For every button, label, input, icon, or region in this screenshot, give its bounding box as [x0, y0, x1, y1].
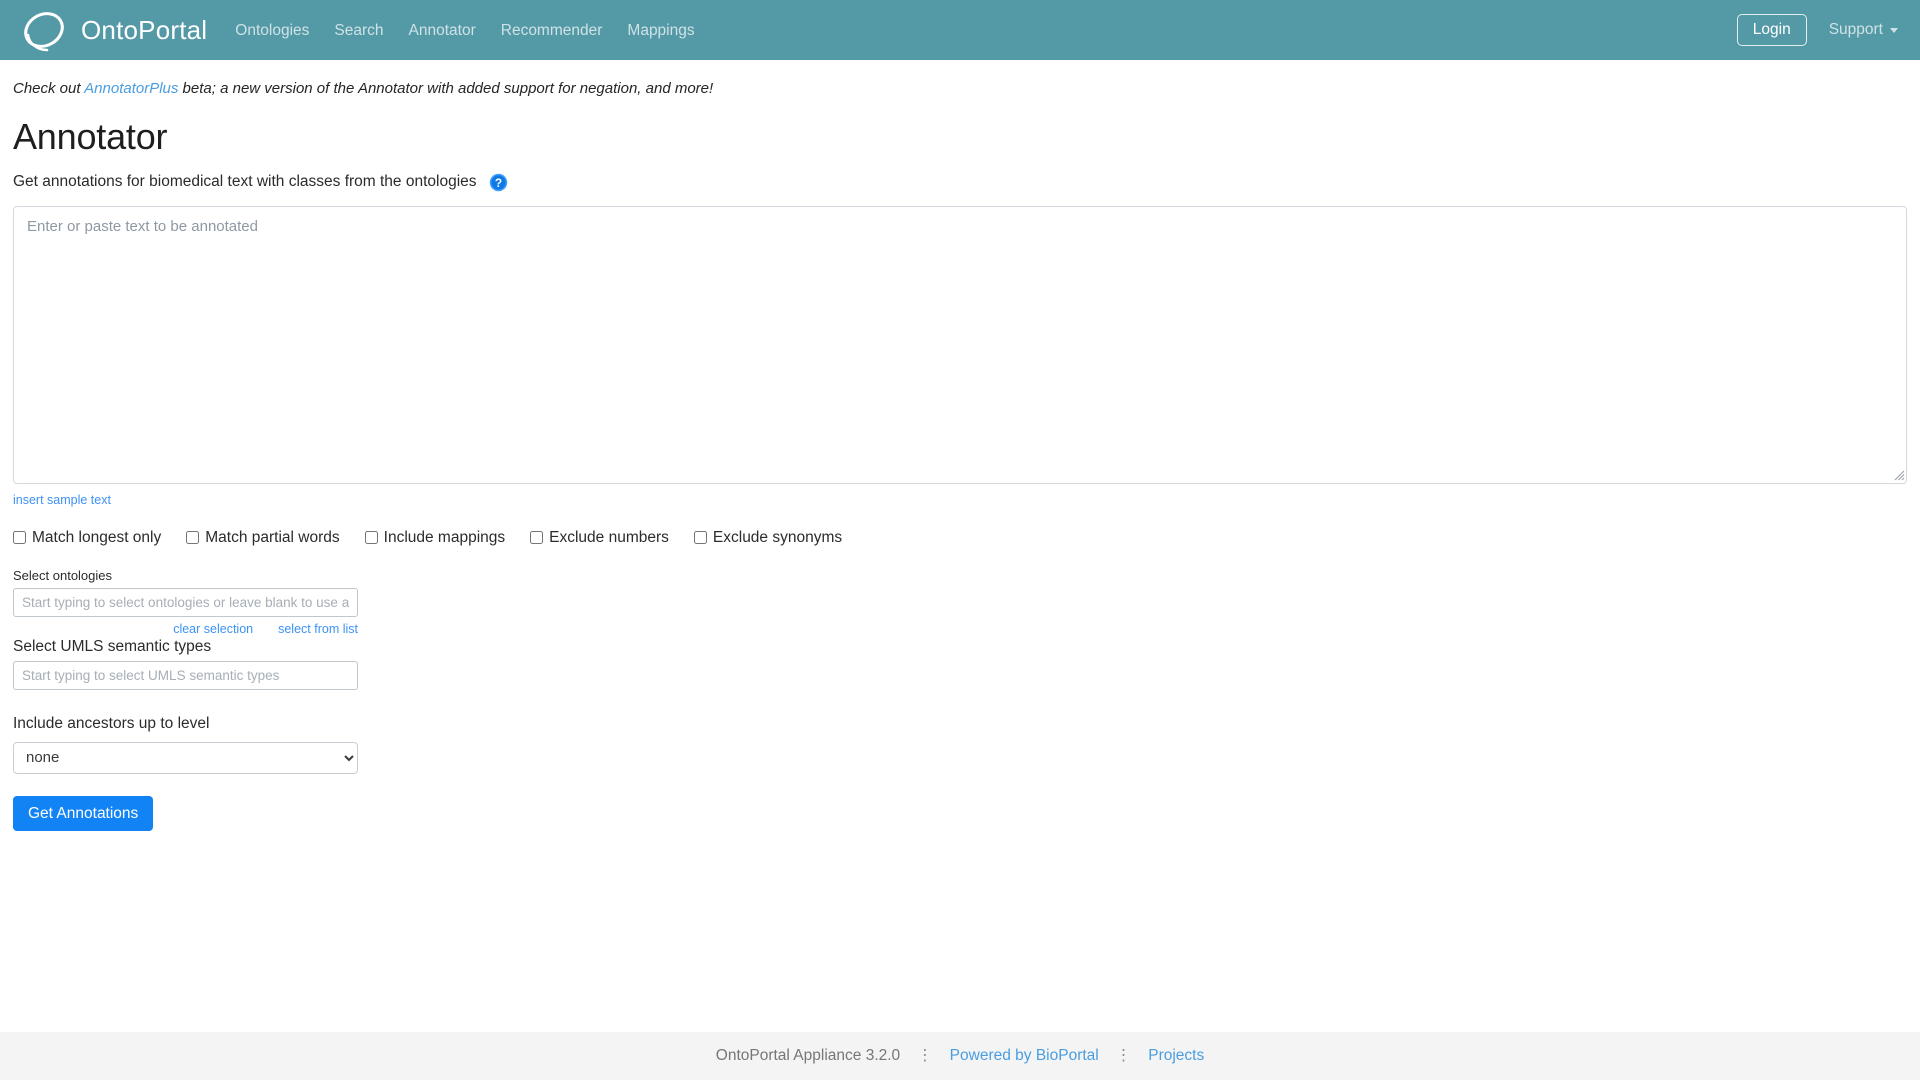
annotatorplus-notice: Check out AnnotatorPlus beta; a new vers…: [13, 60, 1920, 98]
nav-item-search[interactable]: Search: [334, 22, 383, 40]
top-navbar: OntoPortal Ontologies Search Annotator R…: [0, 0, 1920, 60]
include-mappings-label: Include mappings: [383, 528, 506, 546]
nav-item-mappings[interactable]: Mappings: [627, 22, 694, 40]
projects-link[interactable]: Projects: [1148, 1047, 1204, 1065]
include-mappings-checkbox[interactable]: [364, 531, 378, 545]
exclude-numbers-label: Exclude numbers: [549, 528, 669, 546]
annotation-options-row: Match longest only Match partial words I…: [13, 529, 1920, 547]
exclude-numbers-checkbox[interactable]: [530, 531, 544, 545]
match-longest-only-checkbox[interactable]: [13, 531, 26, 545]
annotatorplus-link[interactable]: AnnotatorPlus: [84, 80, 178, 97]
insert-sample-text-link[interactable]: insert sample text: [13, 493, 111, 507]
nav-item-ontologies[interactable]: Ontologies: [235, 22, 309, 40]
include-ancestors-label: Include ancestors up to level: [13, 714, 210, 732]
appliance-version: OntoPortal Appliance 3.2.0: [715, 1047, 901, 1064]
primary-nav: Ontologies Search Annotator Recommender …: [235, 22, 694, 40]
help-question-circle-icon[interactable]: ?: [489, 173, 508, 192]
include-ancestors-level-select[interactable]: none: [13, 741, 358, 774]
match-partial-words-checkbox[interactable]: [186, 531, 200, 545]
get-annotations-button[interactable]: Get Annotations: [13, 795, 154, 832]
annotation-textarea-wrapper: [13, 205, 1907, 484]
option-match-longest-only[interactable]: Match longest only: [13, 529, 161, 547]
footer-separator-icon: ⋮: [917, 1047, 933, 1065]
notice-text-after: beta; a new version of the Annotator wit…: [178, 80, 714, 97]
brand-home-link[interactable]: OntoPortal: [18, 7, 207, 53]
match-longest-only-label: Match longest only: [32, 528, 162, 546]
footer-separator-icon-2: ⋮: [1115, 1047, 1132, 1065]
ontoportal-ellipse-logo-icon: [18, 7, 70, 53]
login-button[interactable]: Login: [1736, 13, 1807, 47]
chevron-down-icon: [1890, 27, 1898, 33]
brand-name: OntoPortal: [81, 14, 208, 45]
support-label: Support: [1828, 21, 1883, 38]
powered-by-bioportal-link[interactable]: Powered by BioPortal: [950, 1047, 1099, 1065]
match-partial-words-label: Match partial words: [205, 528, 340, 546]
select-umls-semantic-types-label: Select UMLS semantic types: [13, 637, 212, 655]
select-ontologies-label: Select ontologies: [13, 567, 113, 583]
support-menu[interactable]: Support: [1829, 21, 1898, 39]
clear-selection-link[interactable]: clear selection: [173, 622, 253, 636]
exclude-synonyms-checkbox[interactable]: [693, 531, 707, 545]
page-subtitle-row: Get annotations for biomedical text with…: [13, 173, 1920, 192]
nav-item-recommender[interactable]: Recommender: [501, 22, 603, 40]
navbar-right-group: Login Support: [1736, 13, 1898, 47]
option-exclude-numbers[interactable]: Exclude numbers: [530, 529, 669, 547]
notice-text-before: Check out: [13, 80, 85, 97]
svg-text:?: ?: [494, 175, 501, 189]
page-title: Annotator: [13, 116, 168, 157]
select-ontologies-input[interactable]: [13, 587, 358, 617]
page-footer: OntoPortal Appliance 3.2.0 ⋮ Powered by …: [0, 1032, 1920, 1080]
option-match-partial-words[interactable]: Match partial words: [186, 528, 340, 547]
page-subtitle: Get annotations for biomedical text with…: [13, 173, 477, 191]
option-exclude-synonyms[interactable]: Exclude synonyms: [693, 528, 843, 547]
annotation-text-input[interactable]: [13, 205, 1907, 484]
ontology-selection-links: clear selection select from list: [13, 622, 358, 636]
exclude-synonyms-label: Exclude synonyms: [712, 528, 843, 546]
page-content: Check out AnnotatorPlus beta; a new vers…: [0, 60, 1920, 832]
nav-item-annotator[interactable]: Annotator: [409, 22, 476, 40]
select-umls-semantic-types-input[interactable]: [13, 660, 358, 690]
option-include-mappings[interactable]: Include mappings: [364, 528, 506, 547]
select-from-list-link[interactable]: select from list: [278, 622, 358, 636]
